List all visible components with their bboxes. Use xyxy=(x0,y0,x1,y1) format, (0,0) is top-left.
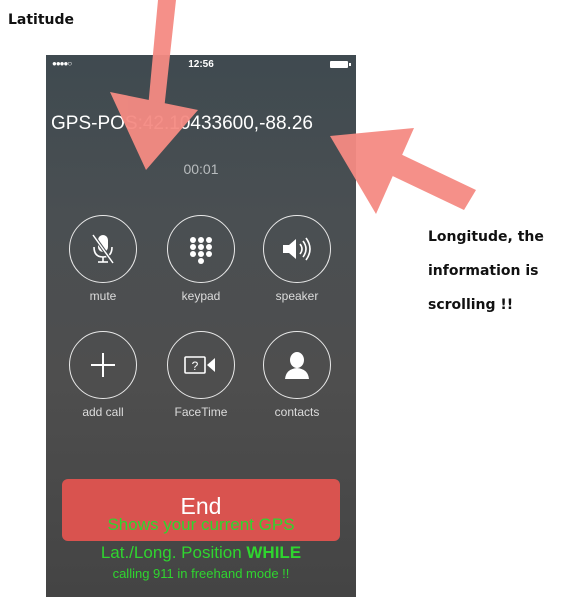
add-call-button[interactable]: add call xyxy=(58,331,148,419)
call-timer: 00:01 xyxy=(183,161,219,177)
speaker-icon xyxy=(283,237,311,261)
speaker-label: speaker xyxy=(275,289,319,303)
facetime-button[interactable]: ? FaceTime xyxy=(156,331,246,419)
overlay-caption-line-2-text: Lat./Long. Position xyxy=(100,543,247,562)
longitude-annotation-line: information is xyxy=(428,263,539,279)
contacts-button[interactable]: contacts xyxy=(252,331,342,419)
battery-icon xyxy=(330,61,351,68)
longitude-arrow-shaft xyxy=(380,150,476,210)
facetime-button-ring[interactable]: ? xyxy=(167,331,235,399)
mute-button[interactable]: mute xyxy=(58,215,148,303)
contact-person-icon xyxy=(285,352,309,379)
speaker-button-ring[interactable] xyxy=(263,215,331,283)
facetime-label: FaceTime xyxy=(174,405,228,419)
status-bar: ●●●●○ 12:56 xyxy=(46,55,356,75)
speaker-button[interactable]: speaker xyxy=(252,215,342,303)
status-time: 12:56 xyxy=(188,59,214,70)
latitude-annotation: Latitude xyxy=(8,12,75,28)
caller-id-text: GPS-POS:42.10433600,-88.26 xyxy=(51,113,313,134)
facetime-icon: ? xyxy=(184,356,215,374)
overlay-caption-line-3: calling 911 in freehand mode !! xyxy=(112,566,290,581)
add-call-label: add call xyxy=(82,405,124,419)
keypad-label: keypad xyxy=(181,289,221,303)
microphone-muted-icon xyxy=(91,233,115,265)
contacts-button-ring[interactable] xyxy=(263,331,331,399)
svg-text:?: ? xyxy=(192,359,199,373)
overlay-caption-emphasis: WHILE xyxy=(246,543,302,562)
contacts-label: contacts xyxy=(274,405,320,419)
longitude-annotation-line: scrolling !! xyxy=(428,297,514,313)
mute-label: mute xyxy=(89,289,117,303)
keypad-button-ring[interactable] xyxy=(167,215,235,283)
longitude-annotation: Longitude, the information is scrolling … xyxy=(428,220,565,322)
overlay-caption-line-1: Shows your current GPS xyxy=(107,515,295,534)
phone-call-screen: ●●●●○ 12:56 GPS-POS:42.10433600,-88.26 0… xyxy=(46,55,356,597)
screenshot-page: Latitude Longitude, the information is s… xyxy=(0,0,565,597)
keypad-icon xyxy=(190,237,212,264)
mute-button-ring[interactable] xyxy=(69,215,137,283)
overlay-caption-line-2: Lat./Long. Position WHILE xyxy=(46,543,356,563)
keypad-button[interactable]: keypad xyxy=(156,215,246,303)
plus-icon xyxy=(91,353,115,377)
longitude-annotation-line: Longitude, the xyxy=(428,229,544,245)
add-call-button-ring[interactable] xyxy=(69,331,137,399)
